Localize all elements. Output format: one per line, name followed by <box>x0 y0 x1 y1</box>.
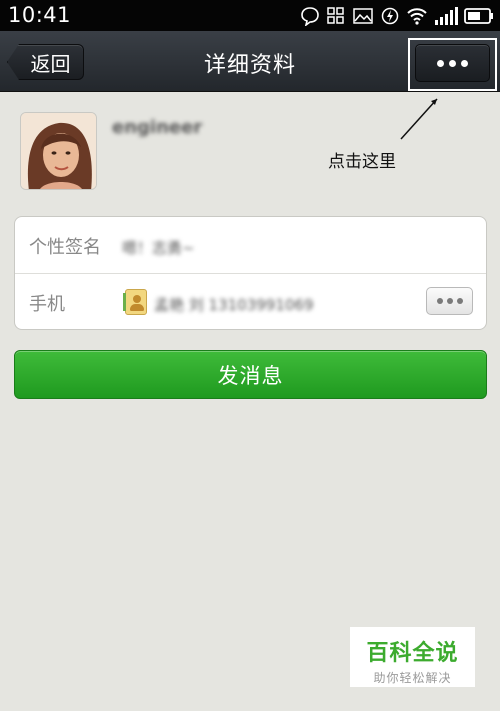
contact-book-body <box>130 304 144 311</box>
status-time: 10:41 <box>8 3 72 27</box>
contact-book-head <box>133 295 141 303</box>
more-dots-icon <box>436 298 443 304</box>
signature-label: 个性签名 <box>29 237 101 258</box>
phone-row[interactable]: 手机 孟艳 刘 13103991069 <box>15 274 486 331</box>
battery-icon <box>464 7 493 24</box>
chat-bubble-icon <box>301 6 319 26</box>
image-icon <box>353 7 373 24</box>
signature-value: 嗯！志勇~ <box>122 239 195 257</box>
more-options-button[interactable] <box>415 44 490 82</box>
phone-more-button[interactable] <box>426 287 473 315</box>
username: engineer <box>112 117 203 138</box>
sync-icon <box>381 7 399 24</box>
avatar-photo <box>21 113 96 189</box>
more-dot <box>446 298 453 304</box>
info-card: 个性签名 嗯！志勇~ 手机 孟艳 刘 13103991069 <box>14 216 487 330</box>
watermark-subtitle: 助你轻松解决 <box>373 671 452 685</box>
signal-icon <box>435 6 458 25</box>
signature-row: 个性签名 嗯！志勇~ <box>15 217 486 274</box>
wifi-icon <box>407 7 427 25</box>
send-message-button[interactable]: 发消息 <box>14 350 487 399</box>
phone-value: 孟艳 刘 13103991069 <box>154 296 314 314</box>
more-dots-icon <box>437 59 444 67</box>
annotation-arrow <box>400 98 438 140</box>
phone-label: 手机 <box>29 294 65 315</box>
grid-icon <box>327 6 344 24</box>
more-dot <box>461 59 468 67</box>
status-icons <box>300 3 494 28</box>
watermark-title: 百科全说 <box>366 641 459 666</box>
annotation-label: 点击这里 <box>328 152 396 172</box>
more-dot <box>456 298 463 304</box>
watermark: 百科全说 助你轻松解决 <box>350 627 475 687</box>
contact-book-spine <box>123 293 126 311</box>
more-dot <box>449 59 456 67</box>
avatar[interactable] <box>20 112 97 190</box>
contact-book-icon <box>123 289 147 315</box>
status-bar: 10:41 <box>0 0 500 31</box>
